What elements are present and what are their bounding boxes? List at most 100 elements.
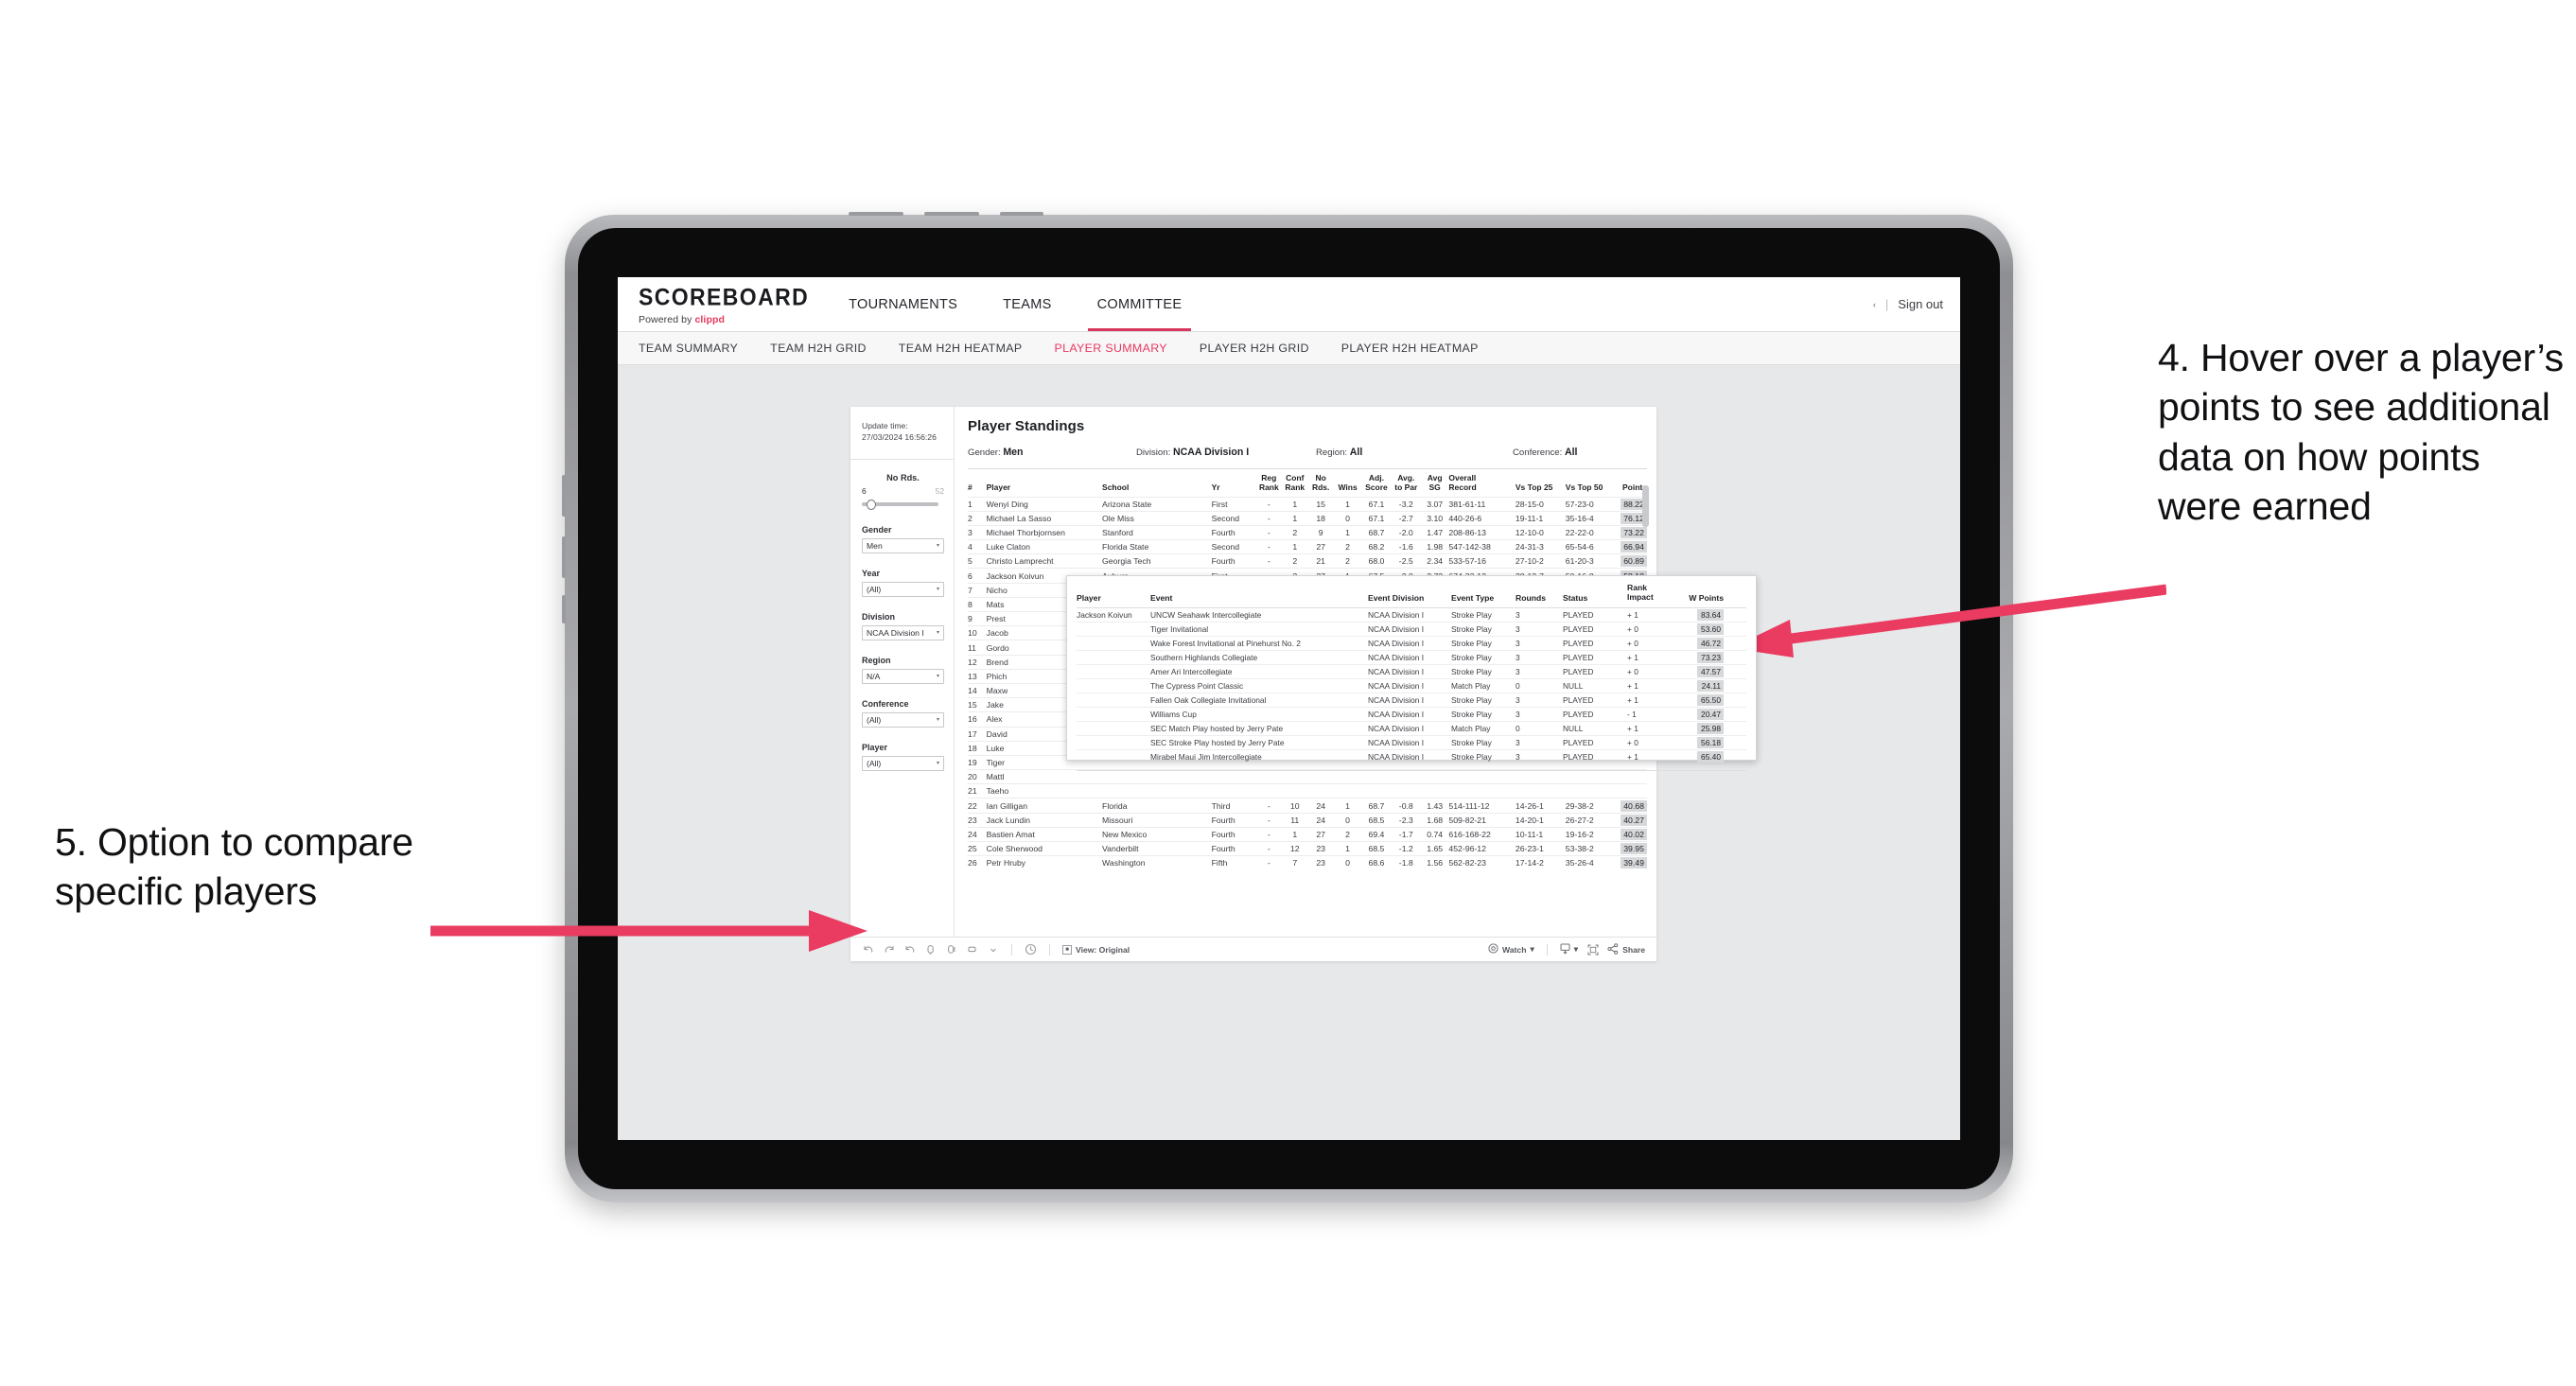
chevron-down-icon[interactable] — [987, 943, 999, 956]
table-row[interactable]: 21 Taeho — [968, 783, 1647, 798]
col-header-overall-record[interactable]: Overall Record — [1448, 473, 1516, 493]
col-header-avg-to-par[interactable]: Avg. to Par — [1392, 473, 1421, 493]
table-scrollbar[interactable] — [1642, 485, 1649, 527]
slider-handle[interactable] — [867, 499, 876, 510]
pause-clock-icon[interactable] — [1025, 943, 1037, 956]
tooltip-row: Williams Cup NCAA Division I Stroke Play 3 P… — [1077, 708, 1746, 722]
pause-auto-update-icon[interactable] — [945, 943, 957, 956]
table-row[interactable]: 4 Luke Claton Florida State Second - 1 27 2 68.2… — [968, 539, 1647, 553]
tab-team-h2h-grid[interactable]: TEAM H2H GRID — [770, 342, 867, 355]
cell-points[interactable]: 39.49 — [1616, 857, 1647, 869]
col-header-vs-top-50[interactable]: Vs Top 50 — [1566, 482, 1616, 493]
cell-rank: 24 — [968, 829, 977, 839]
summary-region: Region: All — [1316, 447, 1513, 458]
col-header-no-rounds[interactable]: No Rds. — [1307, 473, 1333, 493]
points-badge[interactable]: 66.94 — [1620, 541, 1647, 553]
redo-icon[interactable] — [883, 943, 895, 956]
revert-icon[interactable] — [903, 943, 916, 956]
tooltip-cell-division: NCAA Division I — [1368, 666, 1425, 676]
tab-team-summary[interactable]: TEAM SUMMARY — [639, 342, 738, 355]
cell-rank: 18 — [968, 743, 977, 753]
view-original-button[interactable]: ■ View: Original — [1062, 944, 1130, 955]
w-points-badge: 65.50 — [1697, 693, 1724, 706]
filter-region-select[interactable]: N/A ▾ — [862, 668, 944, 684]
filter-player-select[interactable]: (All) ▾ — [862, 755, 944, 771]
tab-player-h2h-heatmap[interactable]: PLAYER H2H HEATMAP — [1341, 342, 1479, 355]
table-row[interactable]: 23 Jack Lundin Missouri Fourth - 11 24 0 68.5 -2.… — [968, 812, 1647, 827]
col-header-conf-rank[interactable]: Conf Rank — [1282, 473, 1307, 493]
cell-adj-score: 68.2 — [1368, 542, 1385, 553]
points-badge[interactable]: 60.89 — [1620, 555, 1647, 568]
table-row[interactable]: 25 Cole Sherwood Vanderbilt Fourth - 12 23 1 68.… — [968, 841, 1647, 855]
table-row[interactable]: 26 Petr Hruby Washington Fifth - 7 23 0 68.6 -1.8… — [968, 855, 1647, 869]
cell-vs-top-25: 12-10-0 — [1515, 528, 1544, 537]
filter-player-value: (All) — [867, 758, 882, 768]
cell-adj-score: 68.5 — [1368, 815, 1385, 825]
points-badge[interactable]: 40.27 — [1620, 814, 1647, 826]
cell-points[interactable]: 73.22 — [1616, 527, 1647, 538]
cell-points[interactable]: 39.95 — [1616, 843, 1647, 855]
tooltip-cell-w-points: 73.23 — [1676, 651, 1724, 663]
refresh-icon[interactable] — [924, 943, 937, 956]
share-button[interactable]: Share — [1607, 942, 1645, 956]
cell-rank: 26 — [968, 858, 977, 868]
col-header-vs-top-25[interactable]: Vs Top 25 — [1516, 482, 1566, 493]
dashboard-canvas: Update time: 27/03/2024 16:56:26 No Rds.… — [618, 365, 1960, 1140]
no-rounds-min: 6 — [862, 485, 867, 496]
points-badge[interactable]: 40.02 — [1620, 828, 1647, 840]
undo-all-icon[interactable] — [966, 943, 978, 956]
table-row[interactable]: 1 Wenyi Ding Arizona State First - 1 15 1 67.1 -3… — [968, 496, 1647, 511]
no-rounds-slider[interactable] — [862, 499, 944, 510]
col-header-avg-sg[interactable]: Avg SG — [1421, 473, 1448, 493]
points-badge[interactable]: 73.22 — [1620, 527, 1647, 538]
cell-rank: 9 — [968, 614, 973, 624]
table-row[interactable]: 5 Christo Lamprecht Georgia Tech Fourth - 2 21… — [968, 553, 1647, 568]
filter-conference-select[interactable]: (All) ▾ — [862, 711, 944, 728]
download-button[interactable]: ▾ — [1560, 943, 1578, 956]
col-header-wins[interactable]: Wins — [1334, 482, 1361, 493]
sign-out-link[interactable]: Sign out — [1898, 297, 1943, 311]
tooltip-row: SEC Stroke Play hosted by Jerry Pate NCAA… — [1077, 736, 1746, 750]
cell-points[interactable]: 40.27 — [1616, 814, 1647, 826]
user-chevron-icon[interactable]: ‹ — [1873, 300, 1876, 309]
cell-points[interactable]: 40.02 — [1616, 828, 1647, 840]
tooltip-cell-type: Stroke Play — [1451, 638, 1492, 648]
col-header-year[interactable]: Yr — [1212, 482, 1256, 493]
table-row[interactable]: 24 Bastien Amat New Mexico Fourth - 1 27 2 69.4 -… — [968, 826, 1647, 841]
w-points-badge: 83.64 — [1697, 608, 1724, 621]
tab-player-h2h-grid[interactable]: PLAYER H2H GRID — [1200, 342, 1309, 355]
points-badge[interactable]: 40.68 — [1620, 799, 1647, 812]
tooltip-cell-event: Tiger Invitational — [1150, 623, 1209, 634]
nav-item-tournaments[interactable]: TOURNAMENTS — [826, 277, 980, 331]
col-header-reg-rank[interactable]: Reg Rank — [1256, 473, 1282, 493]
brand-logo[interactable]: SCOREBOARD Powered by clippd — [618, 277, 826, 331]
nav-item-teams[interactable]: TEAMS — [980, 277, 1074, 331]
tab-team-h2h-heatmap[interactable]: TEAM H2H HEATMAP — [899, 342, 1023, 355]
cell-wins: 1 — [1345, 844, 1350, 854]
cell-player: Jack Lundin — [986, 815, 1030, 825]
filter-year-select[interactable]: (All) ▾ — [862, 581, 944, 597]
points-badge[interactable]: 39.95 — [1620, 843, 1647, 855]
col-header-adj-score[interactable]: Adj. Score — [1361, 473, 1391, 493]
table-row[interactable]: 22 Ian Gilligan Florida Third - 10 24 1 68.7 -0.8… — [968, 798, 1647, 812]
nav-item-committee[interactable]: COMMITTEE — [1075, 277, 1205, 331]
filter-gender-select[interactable]: Men ▾ — [862, 537, 944, 553]
cell-points[interactable]: 60.89 — [1616, 555, 1647, 568]
col-header-school[interactable]: School — [1102, 482, 1212, 493]
tooltip-cell-rounds: 3 — [1516, 666, 1520, 676]
fullscreen-icon[interactable] — [1586, 943, 1599, 956]
cell-points[interactable]: 66.94 — [1616, 541, 1647, 553]
table-row[interactable]: 20 Mattl — [968, 769, 1647, 783]
cell-points[interactable]: 40.68 — [1616, 799, 1647, 812]
col-header-rank[interactable]: # — [968, 482, 987, 493]
col-header-player[interactable]: Player — [987, 482, 1102, 493]
table-row[interactable]: 2 Michael La Sasso Ole Miss Second - 1 18 0 67.1… — [968, 510, 1647, 525]
watch-button[interactable]: Watch ▾ — [1488, 943, 1534, 956]
view-original-label: View: Original — [1076, 944, 1130, 955]
points-badge[interactable]: 39.49 — [1620, 857, 1647, 869]
filter-division-select[interactable]: NCAA Division I ▾ — [862, 624, 944, 640]
table-row[interactable]: 3 Michael Thorbjornsen Stanford Fourth -2 9 1 6… — [968, 524, 1647, 539]
cell-wins: 0 — [1345, 815, 1350, 825]
cell-avg-sg: 1.68 — [1427, 815, 1444, 825]
tab-player-summary[interactable]: PLAYER SUMMARY — [1054, 342, 1166, 355]
